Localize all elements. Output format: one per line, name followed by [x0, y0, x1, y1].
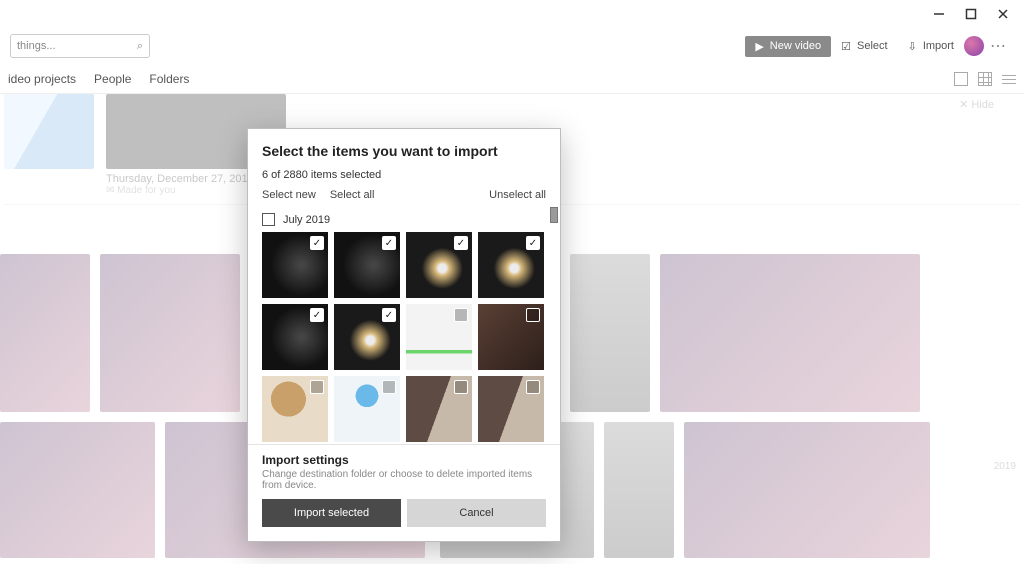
photo-thumbnail[interactable] [604, 422, 674, 558]
import-thumbnail[interactable] [406, 376, 472, 442]
check-icon [310, 380, 324, 394]
user-avatar[interactable] [964, 36, 984, 56]
select-label: Select [857, 40, 888, 52]
photo-thumbnail[interactable] [100, 254, 240, 412]
check-icon [382, 308, 396, 322]
import-thumbnail[interactable] [478, 232, 544, 298]
import-thumbnail[interactable] [334, 232, 400, 298]
select-all-link[interactable]: Select all [330, 189, 375, 201]
photo-thumbnail[interactable] [660, 254, 920, 412]
import-thumbnail[interactable] [262, 376, 328, 442]
check-icon [454, 380, 468, 394]
import-button[interactable]: ⇩ Import [898, 36, 964, 57]
import-thumbnail[interactable] [262, 304, 328, 370]
import-thumbnail[interactable] [334, 376, 400, 442]
tab-folders[interactable]: Folders [149, 72, 189, 86]
album-card[interactable] [4, 94, 94, 196]
view-single-icon[interactable] [954, 72, 968, 86]
more-menu-button[interactable]: ⋯ [984, 36, 1014, 56]
hide-button[interactable]: ✕ Hide [959, 98, 994, 111]
app-toolbar: things... ⌕ ▶ New video ☑ Select ⇩ Impor… [0, 28, 1024, 64]
photo-thumbnail[interactable] [684, 422, 930, 558]
unselect-all-link[interactable]: Unselect all [489, 189, 546, 201]
import-thumbnail[interactable] [334, 304, 400, 370]
tabs-bar: ideo projects People Folders [0, 64, 1024, 94]
video-icon: ▶ [755, 40, 763, 53]
selection-count: 6 of 2880 items selected [262, 169, 546, 181]
import-label: Import [923, 40, 954, 52]
import-settings-title: Import settings [262, 453, 546, 467]
dialog-title: Select the items you want to import [262, 143, 546, 159]
import-selected-button[interactable]: Import selected [262, 499, 401, 527]
import-thumbnail[interactable] [478, 304, 544, 370]
check-icon [526, 308, 540, 322]
check-icon [526, 380, 540, 394]
album-thumbnail [4, 94, 94, 169]
close-button[interactable] [996, 7, 1010, 21]
photo-thumbnail[interactable] [0, 422, 155, 558]
search-placeholder: things... [17, 40, 56, 52]
check-icon [454, 308, 468, 322]
view-buttons [954, 72, 1016, 86]
dialog-body: July 2019 [248, 207, 560, 444]
new-video-button[interactable]: ▶ New video [745, 36, 831, 57]
dialog-footer: Import settings Change destination folde… [248, 444, 560, 541]
month-header[interactable]: July 2019 [262, 213, 552, 226]
check-icon [310, 308, 324, 322]
import-dialog: Select the items you want to import 6 of… [247, 128, 561, 542]
timeline-year: 2019 [994, 461, 1016, 472]
month-checkbox[interactable] [262, 213, 275, 226]
import-thumbnail[interactable] [406, 232, 472, 298]
check-icon [382, 236, 396, 250]
view-grid-icon[interactable] [978, 72, 992, 86]
select-icon: ☑ [841, 40, 851, 53]
check-icon [454, 236, 468, 250]
select-button[interactable]: ☑ Select [831, 36, 897, 57]
check-icon [526, 236, 540, 250]
tab-people[interactable]: People [94, 72, 131, 86]
import-thumbnail[interactable] [262, 232, 328, 298]
new-video-label: New video [770, 40, 821, 52]
photo-thumbnail[interactable] [570, 254, 650, 412]
scrollbar-thumb[interactable] [550, 207, 558, 223]
view-list-icon[interactable] [1002, 72, 1016, 86]
search-icon: ⌕ [137, 40, 143, 53]
month-label: July 2019 [283, 214, 330, 226]
photo-thumbnail[interactable] [0, 254, 90, 412]
cancel-button[interactable]: Cancel [407, 499, 546, 527]
window-titlebar [0, 0, 1024, 28]
import-icon: ⇩ [908, 40, 917, 53]
search-input[interactable]: things... ⌕ [10, 34, 150, 58]
tab-video-projects[interactable]: ideo projects [8, 72, 76, 86]
check-icon [310, 236, 324, 250]
thumbnail-grid [262, 232, 552, 444]
check-icon [382, 380, 396, 394]
import-thumbnail[interactable] [406, 304, 472, 370]
maximize-button[interactable] [964, 7, 978, 21]
select-new-link[interactable]: Select new [262, 189, 316, 201]
import-settings-sub: Change destination folder or choose to d… [262, 469, 546, 491]
import-thumbnail[interactable] [478, 376, 544, 442]
minimize-button[interactable] [932, 7, 946, 21]
